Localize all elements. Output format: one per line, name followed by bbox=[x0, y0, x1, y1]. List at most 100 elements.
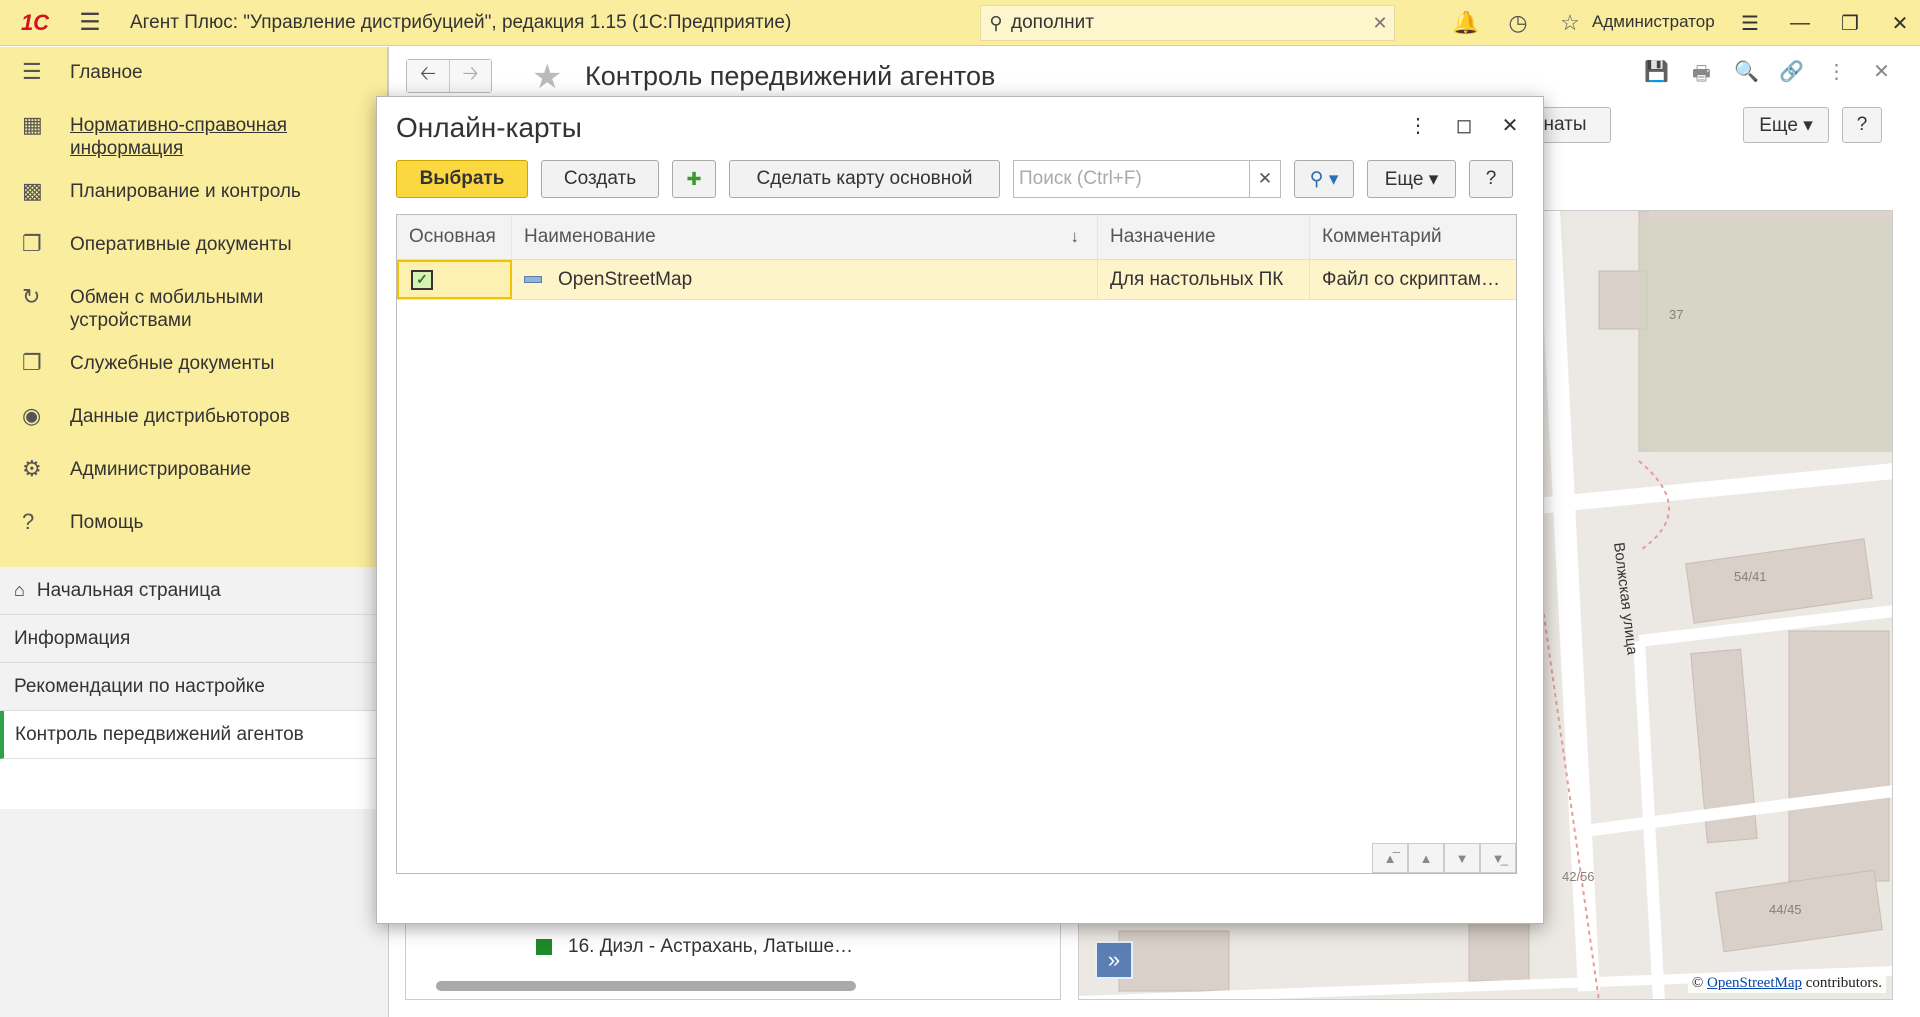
more-button[interactable]: Еще ▾ bbox=[1367, 160, 1456, 198]
column-default[interactable]: Основная bbox=[397, 215, 512, 259]
open-windows-list: ⌂ Начальная страница Информация Рекоменд… bbox=[0, 567, 388, 759]
attribution-suffix: contributors. bbox=[1805, 975, 1882, 991]
create-button[interactable]: Создать bbox=[541, 160, 659, 198]
sync-icon: ↻ bbox=[22, 284, 41, 309]
table-row[interactable]: ✓ OpenStreetMap Для настольных ПК Файл с… bbox=[397, 260, 1516, 300]
section-service-docs[interactable]: ❐ Служебные документы bbox=[0, 348, 387, 385]
section-mobile-exchange[interactable]: ↻ Обмен с мобильными устройствами bbox=[0, 282, 387, 332]
service-documents-icon: ❐ bbox=[22, 350, 42, 375]
comment-cell[interactable]: Файл со скриптам… bbox=[1310, 260, 1516, 299]
map-label: 42/56 bbox=[1562, 869, 1595, 884]
map-label: 54/41 bbox=[1734, 569, 1767, 584]
section-distributor-data[interactable]: ◉ Данные дистрибьюторов bbox=[0, 401, 387, 438]
link-icon[interactable]: 🔗 bbox=[1769, 59, 1814, 93]
scroll-down-icon[interactable]: ▼ bbox=[1444, 843, 1480, 873]
history-icon[interactable]: ◷ bbox=[1492, 10, 1544, 36]
question-icon: ? bbox=[22, 509, 35, 534]
star-icon[interactable]: ☆ bbox=[1544, 10, 1596, 36]
map-attribution: © OpenStreetMap contributors. bbox=[1687, 974, 1886, 993]
map-label: 37 bbox=[1669, 307, 1683, 322]
settings-menu-icon[interactable]: ☰ bbox=[1725, 11, 1775, 36]
clear-search-icon[interactable]: ✕ bbox=[1366, 13, 1394, 34]
list-item[interactable]: 16. Диэл - Астрахань, Латыше… bbox=[536, 936, 853, 958]
column-name[interactable]: Наименование ↓ bbox=[512, 215, 1098, 259]
back-arrow-icon[interactable]: 🡠 bbox=[407, 60, 449, 92]
app-logo-icon[interactable]: 1С bbox=[0, 0, 70, 46]
open-window-home[interactable]: ⌂ Начальная страница bbox=[0, 567, 388, 615]
default-cell[interactable]: ✓ bbox=[397, 260, 512, 299]
maps-table[interactable]: Основная Наименование ↓ Назначение Коммен… bbox=[396, 214, 1517, 874]
status-square-icon bbox=[536, 939, 552, 955]
clear-search-icon[interactable]: ✕ bbox=[1250, 160, 1281, 198]
dialog-toolbar: Выбрать Создать ✚ Сделать карту основной… bbox=[396, 160, 1526, 198]
expand-panel-icon[interactable]: » bbox=[1095, 941, 1133, 979]
favorite-star-icon[interactable]: ★ bbox=[532, 57, 562, 97]
name-value: OpenStreetMap bbox=[558, 268, 693, 290]
column-label: Наименование bbox=[524, 226, 656, 247]
scroll-bottom-icon[interactable]: ▼̲ bbox=[1480, 843, 1516, 873]
search-options-button[interactable]: ⚲ ▾ bbox=[1294, 160, 1354, 198]
help-button[interactable]: ? bbox=[1469, 160, 1513, 198]
purpose-cell[interactable]: Для настольных ПК bbox=[1098, 260, 1310, 299]
global-search[interactable]: ⚲ дополнит ✕ bbox=[980, 5, 1395, 41]
search-input[interactable]: дополнит bbox=[1011, 12, 1366, 34]
print-icon[interactable]: 🖶 bbox=[1679, 59, 1724, 93]
minimize-icon[interactable]: — bbox=[1775, 12, 1825, 35]
save-icon[interactable]: 💾 bbox=[1634, 59, 1679, 93]
open-window-info[interactable]: Информация bbox=[0, 615, 388, 663]
section-operative-docs[interactable]: ❐ Оперативные документы bbox=[0, 229, 387, 266]
section-label: Оперативные документы bbox=[70, 234, 292, 255]
restore-icon[interactable]: ❐ bbox=[1825, 11, 1875, 36]
online-maps-dialog: Онлайн-карты ⋮ ◻ ✕ Выбрать Создать ✚ Сде… bbox=[376, 96, 1544, 924]
column-comment[interactable]: Комментарий bbox=[1310, 215, 1516, 259]
sections-panel: ☰ Главное ▦ Нормативно-справочная информ… bbox=[0, 47, 388, 567]
more-vertical-icon[interactable]: ⋮ bbox=[1814, 59, 1859, 93]
scroll-up-icon[interactable]: ▲ bbox=[1408, 843, 1444, 873]
list-item-label: 16. Диэл - Астрахань, Латыше… bbox=[568, 936, 854, 957]
forward-arrow-icon[interactable]: 🡢 bbox=[449, 60, 491, 92]
section-label: Обмен с мобильными устройствами bbox=[70, 287, 264, 331]
list-icon: ☰ bbox=[22, 59, 42, 84]
preview-icon[interactable]: 🔍 bbox=[1724, 59, 1769, 93]
make-default-button[interactable]: Сделать карту основной bbox=[729, 160, 1000, 198]
sidebar: ☰ Главное ▦ Нормативно-справочная информ… bbox=[0, 47, 388, 1017]
section-label: Нормативно-справочная информация bbox=[70, 115, 288, 159]
open-window-recommendations[interactable]: Рекомендации по настройке bbox=[0, 663, 388, 711]
more-button[interactable]: Еще ▾ bbox=[1743, 107, 1829, 143]
section-main[interactable]: ☰ Главное bbox=[0, 57, 387, 94]
more-vertical-icon[interactable]: ⋮ bbox=[1395, 113, 1441, 138]
sort-down-icon: ↓ bbox=[1070, 227, 1080, 246]
open-window-agent-control[interactable]: Контроль передвижений агентов bbox=[0, 711, 388, 759]
sidebar-empty-area bbox=[0, 809, 388, 1017]
copy-add-icon[interactable]: ✚ bbox=[672, 160, 716, 198]
bell-icon[interactable]: 🔔 bbox=[1440, 10, 1492, 36]
section-help[interactable]: ? Помощь bbox=[0, 507, 387, 544]
section-planning[interactable]: ▩ Планирование и контроль bbox=[0, 176, 387, 213]
column-label: Основная bbox=[409, 226, 496, 247]
agents-list[interactable]: 16. Диэл - Астрахань, Латыше… bbox=[405, 922, 1061, 1000]
horizontal-scrollbar[interactable] bbox=[436, 981, 856, 991]
select-button[interactable]: Выбрать bbox=[396, 160, 528, 198]
map-label: 44/45 bbox=[1769, 902, 1802, 917]
help-button[interactable]: ? bbox=[1842, 107, 1882, 143]
name-cell[interactable]: OpenStreetMap bbox=[512, 260, 1098, 299]
database-icon: ◉ bbox=[22, 403, 42, 428]
menu-icon[interactable]: ☰ bbox=[70, 0, 110, 46]
close-form-icon[interactable]: ✕ bbox=[1859, 59, 1904, 93]
close-icon[interactable]: ✕ bbox=[1487, 113, 1533, 138]
default-checkbox-icon[interactable]: ✓ bbox=[411, 269, 433, 290]
search-input[interactable]: Поиск (Ctrl+F) bbox=[1013, 160, 1250, 198]
close-icon[interactable]: ✕ bbox=[1875, 11, 1920, 36]
openstreetmap-link[interactable]: OpenStreetMap bbox=[1707, 975, 1802, 991]
section-label: Главное bbox=[70, 62, 143, 83]
section-reference[interactable]: ▦ Нормативно-справочная информация bbox=[0, 110, 387, 160]
column-purpose[interactable]: Назначение bbox=[1098, 215, 1310, 259]
open-window-label: Начальная страница bbox=[36, 579, 221, 601]
home-icon: ⌂ bbox=[14, 580, 25, 600]
maximize-icon[interactable]: ◻ bbox=[1441, 113, 1487, 138]
scroll-top-icon[interactable]: ▲̅ bbox=[1372, 843, 1408, 873]
item-icon bbox=[524, 276, 542, 283]
section-label: Помощь bbox=[70, 512, 144, 533]
section-administration[interactable]: ⚙ Администрирование bbox=[0, 454, 387, 491]
user-name[interactable]: Администратор bbox=[1592, 12, 1715, 32]
